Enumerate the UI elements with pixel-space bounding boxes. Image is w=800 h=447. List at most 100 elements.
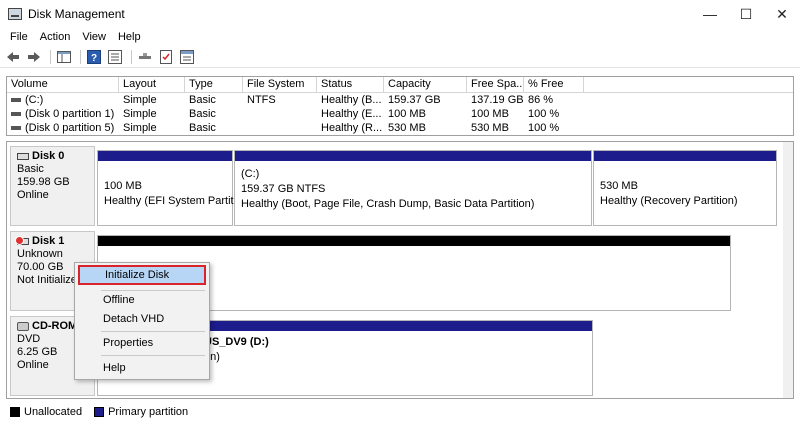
- disk-management-app-icon: [8, 8, 22, 20]
- volume-file-system: [243, 121, 317, 135]
- table-row[interactable]: (Disk 0 partition 1) Simple Basic Health…: [7, 107, 793, 121]
- menu-item-help[interactable]: Help: [78, 358, 206, 378]
- volume-name: (Disk 0 partition 5): [25, 122, 115, 134]
- toolbar-separator: [131, 49, 132, 64]
- volume-free-space: 530 MB: [471, 122, 509, 134]
- partition-size: 530 MB: [600, 180, 638, 192]
- table-row[interactable]: (C:) Simple Basic NTFS Healthy (B... 159…: [7, 93, 793, 107]
- volume-percent-free: 100 %: [528, 122, 560, 134]
- volume-icon: [11, 112, 21, 117]
- maximize-button[interactable]: ☐: [728, 0, 764, 28]
- disk-0-label[interactable]: Disk 0 Basic 159.98 GB Online: [10, 146, 95, 226]
- disk-status: Online: [17, 189, 49, 201]
- connect-icon[interactable]: [136, 49, 154, 65]
- cdrom-icon: [17, 322, 29, 331]
- menu-separator: [101, 355, 205, 356]
- menu-help[interactable]: Help: [112, 31, 147, 43]
- volume-free-space: 100 MB: [471, 108, 509, 120]
- close-button[interactable]: ✕: [764, 0, 800, 28]
- column-header-capacity[interactable]: Capacity: [384, 77, 467, 93]
- help-icon[interactable]: ?: [85, 49, 103, 65]
- legend: Unallocated Primary partition: [6, 402, 794, 422]
- partition-status: Healthy (EFI System Partitic: [104, 195, 242, 207]
- volume-capacity: 530 MB: [388, 122, 426, 134]
- volume-list-header: Volume Layout Type File System Status Ca…: [7, 77, 793, 93]
- column-header-file-system[interactable]: File System: [243, 77, 317, 93]
- disk-size: 159.98 GB: [17, 176, 70, 188]
- partition-c[interactable]: (C:) 159.37 GB NTFS Healthy (Boot, Page …: [234, 150, 592, 226]
- menu-item-properties[interactable]: Properties: [78, 333, 206, 353]
- partition-size: 159.37 GB NTFS: [241, 183, 326, 195]
- legend-primary-partition: Primary partition: [108, 406, 189, 418]
- menu-item-detach-vhd[interactable]: Detach VHD: [78, 309, 206, 329]
- refresh-icon[interactable]: [178, 49, 196, 65]
- volume-icon: [11, 126, 21, 131]
- column-header-status[interactable]: Status: [317, 77, 384, 93]
- disk-name: CD-ROM: [32, 320, 78, 332]
- column-header-volume[interactable]: Volume: [7, 77, 119, 93]
- svg-text:?: ?: [91, 53, 97, 64]
- column-header-percent-free[interactable]: % Free: [524, 77, 584, 93]
- volume-list: Volume Layout Type File System Status Ca…: [6, 76, 794, 136]
- vertical-scrollbar[interactable]: [783, 142, 793, 398]
- primary-partition-swatch: [94, 407, 105, 417]
- partition-efi[interactable]: 100 MB Healthy (EFI System Partitic: [97, 150, 242, 226]
- volume-layout: Simple: [123, 122, 157, 134]
- title-bar: Disk Management — ☐ ✕: [0, 0, 800, 28]
- unallocated-bar: [98, 236, 730, 246]
- partition-status: Healthy (Boot, Page File, Crash Dump, Ba…: [241, 198, 535, 210]
- partition-recovery[interactable]: 530 MB Healthy (Recovery Partition): [593, 150, 777, 226]
- volume-percent-free: 86 %: [528, 94, 554, 106]
- window-controls: — ☐ ✕: [692, 0, 800, 28]
- menu-file[interactable]: File: [4, 31, 34, 43]
- column-header-type[interactable]: Type: [185, 77, 243, 93]
- menu-view[interactable]: View: [76, 31, 112, 43]
- column-header-free-space[interactable]: Free Spa...: [467, 77, 524, 93]
- volume-name: (C:): [25, 94, 44, 106]
- volume-layout: Simple: [123, 108, 157, 120]
- menu-item-offline[interactable]: Offline: [78, 290, 206, 310]
- partition-size: 100 MB: [104, 180, 142, 192]
- volume-status: Healthy (B...: [321, 94, 382, 106]
- rescan-icon[interactable]: [157, 49, 175, 65]
- minimize-button[interactable]: —: [692, 0, 728, 28]
- partition-status: Healthy (Recovery Partition): [600, 195, 738, 207]
- partition-label: US_DV9 (D:): [204, 336, 269, 348]
- volume-name: (Disk 0 partition 1): [25, 108, 115, 120]
- toolbar: ?: [0, 46, 800, 68]
- menu-item-initialize-disk[interactable]: Initialize Disk: [78, 265, 206, 285]
- properties-icon[interactable]: [106, 49, 124, 65]
- volume-status: Healthy (E...: [321, 108, 382, 120]
- volume-capacity: 100 MB: [388, 108, 426, 120]
- column-header-layout[interactable]: Layout: [119, 77, 185, 93]
- volume-type: Basic: [189, 122, 216, 134]
- partition-status: on): [204, 351, 220, 363]
- toolbar-separator: [80, 49, 81, 64]
- volume-file-system: NTFS: [247, 94, 276, 106]
- primary-partition-bar: [594, 151, 776, 161]
- toolbar-separator: [50, 49, 51, 64]
- menu-action[interactable]: Action: [34, 31, 77, 43]
- forward-arrow-icon[interactable]: [25, 49, 43, 65]
- volume-type: Basic: [189, 108, 216, 120]
- disk-icon: [17, 153, 29, 160]
- disk-name: Disk 1: [32, 235, 65, 247]
- volume-layout: Simple: [123, 94, 157, 106]
- primary-partition-bar: [98, 151, 232, 161]
- disk-name: Disk 0: [32, 150, 65, 162]
- disk-type: Basic: [17, 163, 44, 175]
- disk-type: Unknown: [17, 248, 63, 260]
- unallocated-swatch: [10, 407, 20, 417]
- primary-partition-bar: [235, 151, 591, 161]
- volume-icon: [11, 98, 21, 103]
- table-row[interactable]: (Disk 0 partition 5) Simple Basic Health…: [7, 121, 793, 135]
- back-arrow-icon[interactable]: [4, 49, 22, 65]
- console-tree-icon[interactable]: [55, 49, 73, 65]
- volume-capacity: 159.37 GB: [388, 94, 441, 106]
- window-title: Disk Management: [28, 7, 125, 21]
- context-menu: Initialize Disk Offline Detach VHD Prope…: [74, 262, 210, 380]
- legend-unallocated: Unallocated: [24, 406, 83, 418]
- volume-free-space: 137.19 GB: [471, 94, 524, 106]
- disk-error-icon: [15, 236, 29, 245]
- menu-bar: File Action View Help: [0, 28, 800, 46]
